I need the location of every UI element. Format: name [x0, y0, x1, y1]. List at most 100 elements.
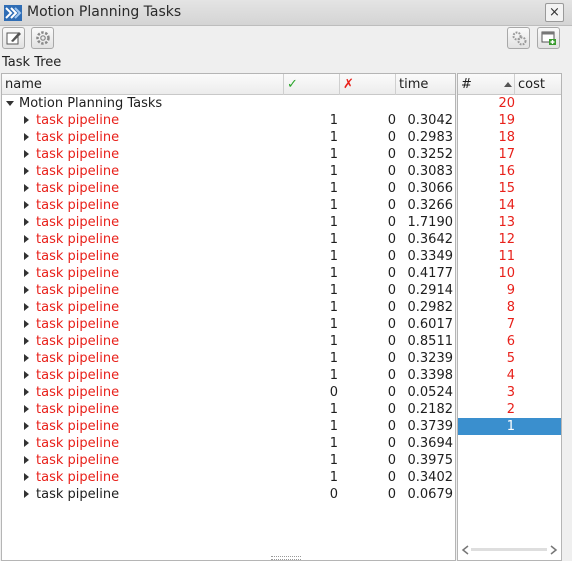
collapse-arrow-icon[interactable]: [6, 101, 14, 106]
task-pipeline-row[interactable]: task pipeline 1 0 0.3642: [2, 231, 455, 248]
succeeded-count: 1: [329, 317, 338, 332]
task-pipeline-row[interactable]: task pipeline 1 0 0.3349: [2, 248, 455, 265]
column-name[interactable]: name: [2, 74, 284, 95]
solution-row[interactable]: 9: [458, 282, 561, 299]
task-pipeline-row[interactable]: task pipeline 1 0 0.2982: [2, 299, 455, 316]
expand-arrow-icon[interactable]: [24, 490, 29, 498]
solution-row[interactable]: 6: [458, 333, 561, 350]
task-pipeline-row[interactable]: task pipeline 1 0 0.3042: [2, 112, 455, 129]
solution-row[interactable]: 16: [458, 163, 561, 180]
expand-arrow-icon[interactable]: [24, 133, 29, 141]
task-pipeline-row[interactable]: task pipeline 1 0 0.2914: [2, 282, 455, 299]
solution-number: 14: [498, 198, 515, 213]
task-pipeline-row[interactable]: task pipeline 1 0 0.3739: [2, 418, 455, 435]
expand-arrow-icon[interactable]: [24, 252, 29, 260]
task-pipeline-row[interactable]: task pipeline 1 0 0.2182: [2, 401, 455, 418]
solution-row[interactable]: 11: [458, 248, 561, 265]
scroll-right-icon[interactable]: [547, 544, 559, 556]
expand-arrow-icon[interactable]: [24, 354, 29, 362]
solution-row[interactable]: 2: [458, 401, 561, 418]
expand-arrow-icon[interactable]: [24, 320, 29, 328]
task-pipeline-row[interactable]: task pipeline 1 0 0.3066: [2, 180, 455, 197]
edit-button[interactable]: [2, 27, 25, 49]
solutions-list[interactable]: # cost 20 19 18 17 16 15 14 13 12 11 10 9 8 7 6 5 4 3 2 1: [457, 73, 562, 561]
column-cost[interactable]: cost: [515, 74, 561, 95]
task-pipeline-row[interactable]: task pipeline 0 0 0.0524: [2, 384, 455, 401]
solution-row[interactable]: 13: [458, 214, 561, 231]
solution-number: 6: [506, 334, 515, 349]
expand-arrow-icon[interactable]: [24, 473, 29, 481]
task-pipeline-row[interactable]: task pipeline 1 0 0.4177: [2, 265, 455, 282]
expand-arrow-icon[interactable]: [24, 116, 29, 124]
solution-row[interactable]: 4: [458, 367, 561, 384]
column-failed[interactable]: ✗: [340, 74, 396, 95]
task-name: task pipeline: [36, 164, 120, 179]
time-value: 0.3266: [407, 198, 454, 213]
expand-arrow-icon[interactable]: [24, 439, 29, 447]
solution-row[interactable]: 15: [458, 180, 561, 197]
solution-row[interactable]: 17: [458, 146, 561, 163]
expand-arrow-icon[interactable]: [24, 303, 29, 311]
failed-count: 0: [387, 402, 396, 417]
time-value: 0.3975: [407, 453, 454, 468]
add-task-button[interactable]: [537, 27, 560, 49]
time-value: 1.7190: [407, 215, 454, 230]
solution-row[interactable]: 19: [458, 112, 561, 129]
expand-arrow-icon[interactable]: [24, 235, 29, 243]
task-name: task pipeline: [36, 113, 120, 128]
task-pipeline-row[interactable]: task pipeline 1 0 0.3402: [2, 469, 455, 486]
task-pipeline-row[interactable]: task pipeline 1 0 0.3083: [2, 163, 455, 180]
task-pipeline-row[interactable]: task pipeline 1 0 0.3239: [2, 350, 455, 367]
solution-row[interactable]: 5: [458, 350, 561, 367]
expand-arrow-icon[interactable]: [24, 422, 29, 430]
window-titlebar: Motion Planning Tasks ×: [0, 0, 572, 26]
expand-arrow-icon[interactable]: [24, 167, 29, 175]
expand-arrow-icon[interactable]: [24, 150, 29, 158]
solution-row[interactable]: 1: [458, 418, 561, 435]
solution-row[interactable]: 12: [458, 231, 561, 248]
solution-row[interactable]: 7: [458, 316, 561, 333]
horizontal-scrollbar[interactable]: [471, 548, 547, 551]
column-succeeded[interactable]: ✓: [284, 74, 340, 95]
task-pipeline-row[interactable]: task pipeline 1 0 0.8511: [2, 333, 455, 350]
expand-arrow-icon[interactable]: [24, 371, 29, 379]
succeeded-count: 1: [329, 351, 338, 366]
column-number[interactable]: #: [458, 74, 515, 95]
expand-arrow-icon[interactable]: [24, 201, 29, 209]
task-pipeline-row[interactable]: task pipeline 0 0 0.0679: [2, 486, 455, 503]
failed-count: 0: [387, 317, 396, 332]
task-tree[interactable]: name ✓ ✗ time Motion Planning Tasks task…: [1, 73, 456, 561]
task-pipeline-row[interactable]: task pipeline 1 0 0.3266: [2, 197, 455, 214]
expand-arrow-icon[interactable]: [24, 388, 29, 396]
solution-row[interactable]: 8: [458, 299, 561, 316]
expand-arrow-icon[interactable]: [24, 405, 29, 413]
expand-arrow-icon[interactable]: [24, 218, 29, 226]
expand-arrow-icon[interactable]: [24, 286, 29, 294]
tree-root-row[interactable]: Motion Planning Tasks: [2, 95, 455, 112]
solution-row[interactable]: 20: [458, 95, 561, 112]
solution-row[interactable]: 3: [458, 384, 561, 401]
solution-row[interactable]: 10: [458, 265, 561, 282]
task-pipeline-row[interactable]: task pipeline 1 0 1.7190: [2, 214, 455, 231]
task-pipeline-row[interactable]: task pipeline 1 0 0.6017: [2, 316, 455, 333]
solution-row[interactable]: 14: [458, 197, 561, 214]
close-button[interactable]: ×: [545, 3, 564, 22]
column-time[interactable]: time: [396, 74, 455, 95]
settings-button[interactable]: [31, 27, 54, 49]
task-pipeline-row[interactable]: task pipeline 1 0 0.3398: [2, 367, 455, 384]
task-pipeline-row[interactable]: task pipeline 1 0 0.3975: [2, 452, 455, 469]
task-pipeline-row[interactable]: task pipeline 1 0 0.3694: [2, 435, 455, 452]
time-value: 0.3398: [407, 368, 454, 383]
task-pipeline-row[interactable]: task pipeline 1 0 0.3252: [2, 146, 455, 163]
expand-arrow-icon[interactable]: [24, 456, 29, 464]
failed-count: 0: [387, 385, 396, 400]
solutions-rows: 20 19 18 17 16 15 14 13 12 11 10 9 8 7 6 5 4 3 2 1: [458, 95, 561, 435]
expand-arrow-icon[interactable]: [24, 269, 29, 277]
solution-row[interactable]: 18: [458, 129, 561, 146]
expand-arrow-icon[interactable]: [24, 337, 29, 345]
show-in-rviz-button[interactable]: [507, 27, 530, 49]
resize-grip[interactable]: [271, 556, 301, 560]
expand-arrow-icon[interactable]: [24, 184, 29, 192]
succeeded-count: 1: [329, 249, 338, 264]
task-pipeline-row[interactable]: task pipeline 1 0 0.2983: [2, 129, 455, 146]
